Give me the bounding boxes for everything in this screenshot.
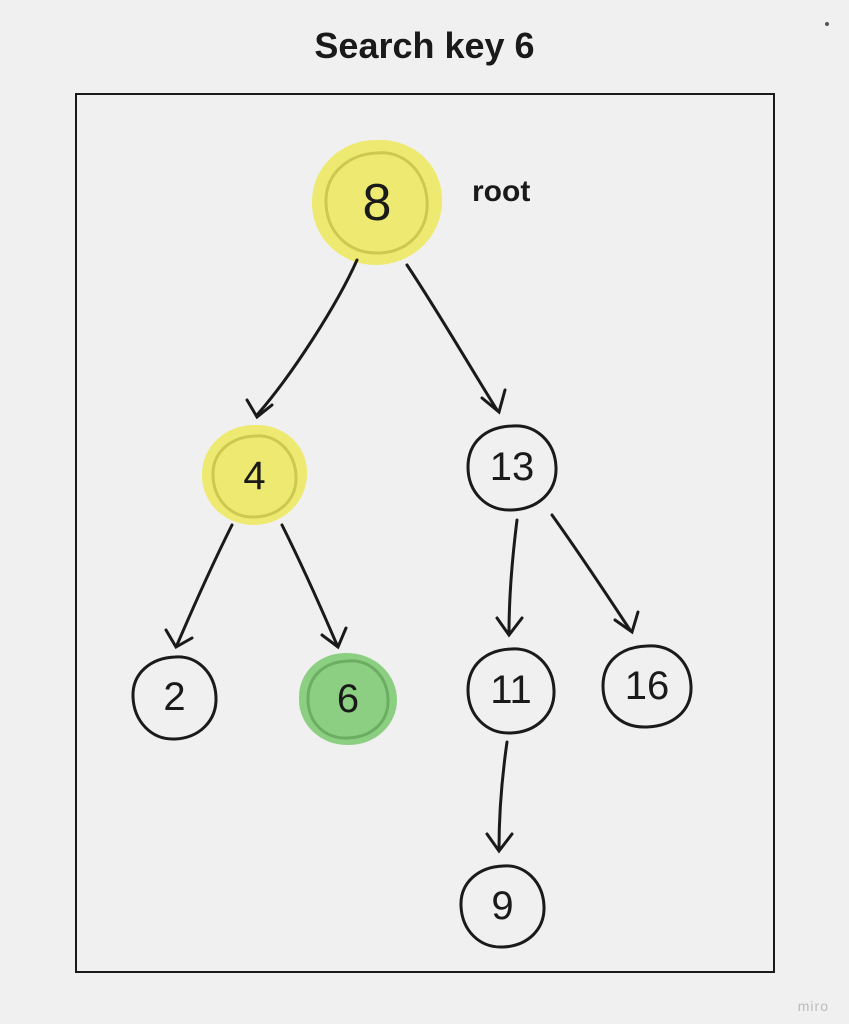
- edge-8-13: [397, 260, 527, 425]
- node-2: 2: [127, 650, 222, 745]
- edge-11-9: [477, 737, 527, 862]
- node-11: 11: [462, 643, 560, 738]
- node-8-value: 8: [363, 173, 392, 233]
- node-13: 13: [462, 420, 562, 515]
- edge-8-4: [227, 255, 377, 435]
- edge-13-11: [487, 515, 537, 645]
- edge-13-16: [542, 510, 652, 645]
- root-label: root: [472, 175, 530, 209]
- decorative-dot: [825, 22, 829, 26]
- node-9-value: 9: [491, 884, 513, 929]
- diagram-title: Search key 6: [314, 25, 534, 67]
- node-16: 16: [597, 640, 697, 732]
- edge-4-2: [152, 520, 252, 660]
- node-2-value: 2: [163, 675, 185, 720]
- node-13-value: 13: [490, 445, 535, 490]
- diagram-frame: 8 root 4 13: [75, 93, 775, 973]
- node-6-value: 6: [337, 677, 359, 722]
- node-9: 9: [455, 860, 550, 952]
- node-4-value: 4: [243, 454, 265, 499]
- edge-4-6: [272, 520, 362, 660]
- watermark: miro: [798, 998, 829, 1014]
- node-11-value: 11: [490, 668, 532, 713]
- node-16-value: 16: [625, 664, 670, 709]
